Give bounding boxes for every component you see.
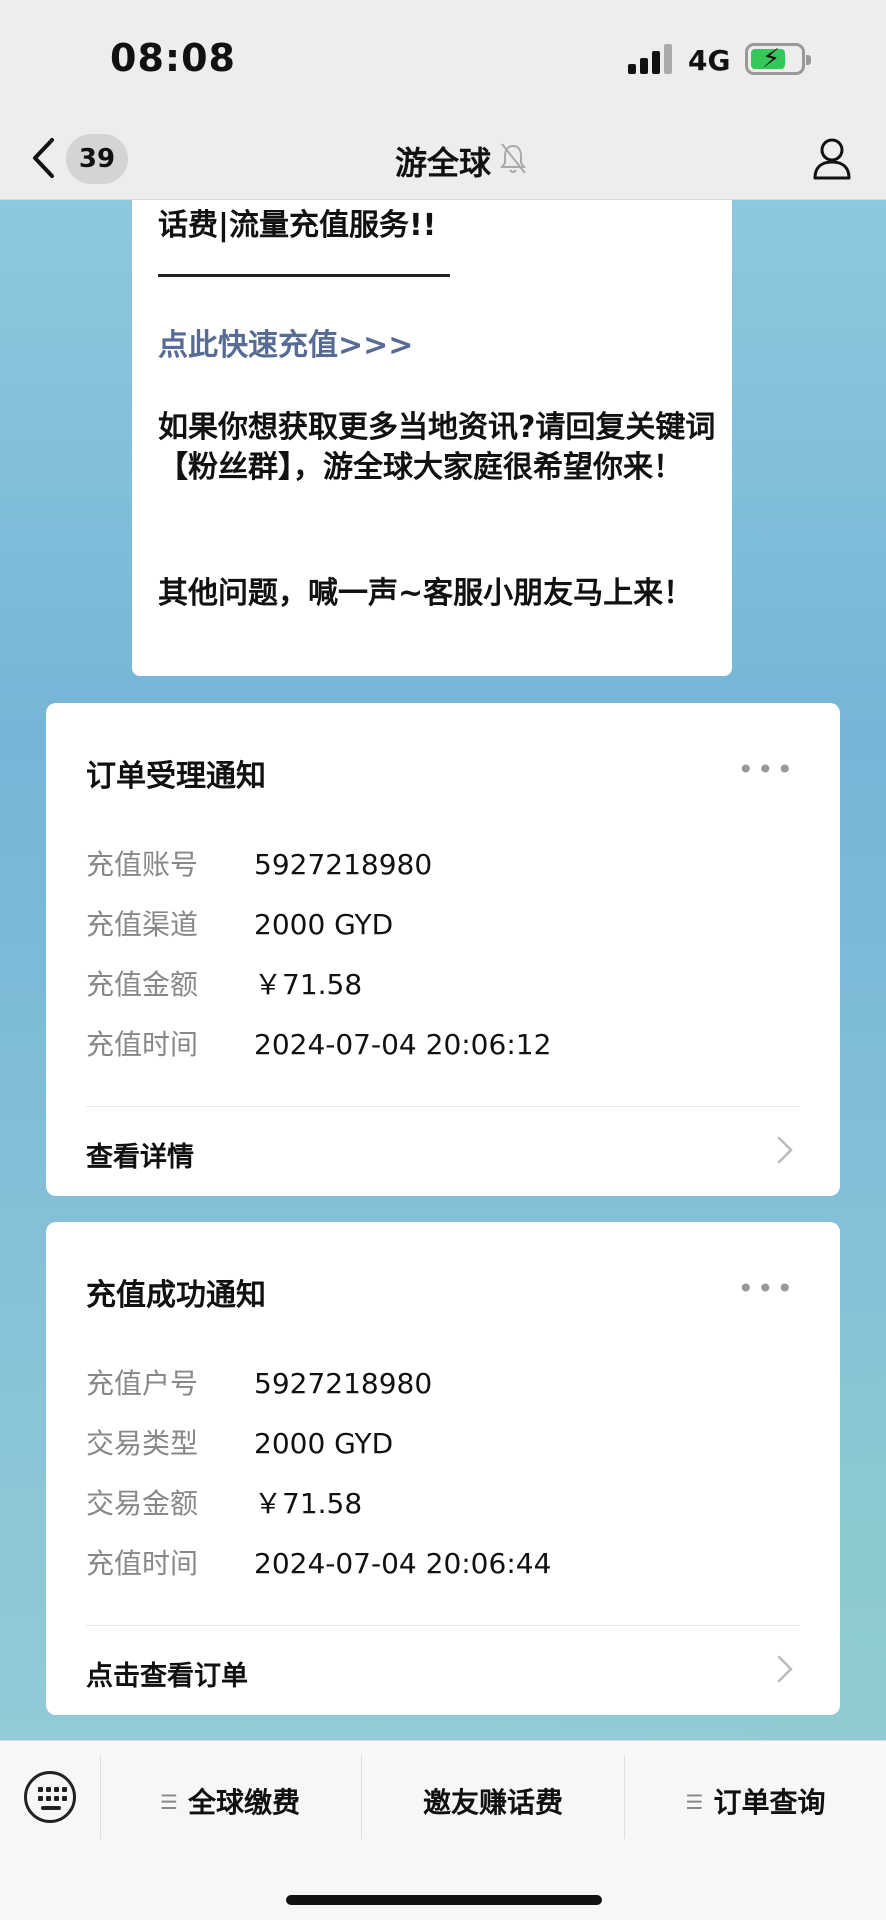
submenu-icon: ☰ <box>685 1790 704 1814</box>
info-row: 充值时间 2024-07-04 20:06:44 <box>86 1542 551 1582</box>
message-line-1: 话费|流量充值服务!! <box>158 208 437 243</box>
muted-bell-icon <box>498 138 528 178</box>
menu-label: 邀友赚话费 <box>422 1786 563 1819</box>
info-row: 充值户号 5927218980 <box>86 1362 432 1402</box>
menu-item-order-query[interactable]: ☰ 订单查询 <box>625 1781 886 1821</box>
status-bar: 08:08 4G ⚡ <box>0 0 886 120</box>
message-paragraph-2: 如果你想获取更多当地资讯?请回复关键词【粉丝群】，游全球大家庭很希望你来！ <box>158 410 716 485</box>
card-title: 充值成功通知 <box>86 1278 266 1313</box>
row-label: 交易金额 <box>86 1487 199 1520</box>
row-value: 5927218980 <box>254 848 433 881</box>
quick-recharge-link[interactable]: 点此快速充值>>> <box>158 326 413 366</box>
row-value: 2000 GYD <box>254 908 394 941</box>
menu-item-invite-friends[interactable]: 邀友赚话费 <box>362 1781 624 1821</box>
row-value: 2000 GYD <box>254 1427 394 1460</box>
info-row: 充值时间 2024-07-04 20:06:12 <box>86 1023 551 1063</box>
row-label: 交易类型 <box>86 1427 199 1460</box>
row-label: 充值金额 <box>86 968 199 1001</box>
row-value: ￥71.58 <box>254 1487 363 1520</box>
chat-title: 游全球 <box>394 144 491 182</box>
message-divider <box>158 274 450 277</box>
row-value: 2024-07-04 20:06:12 <box>254 1028 552 1061</box>
battery-icon: ⚡ <box>745 43 811 75</box>
row-label: 充值时间 <box>86 1547 199 1580</box>
status-time: 08:08 <box>110 36 236 80</box>
row-value: ￥71.58 <box>254 968 363 1001</box>
row-value: 2024-07-04 20:06:44 <box>254 1547 552 1580</box>
info-row: 充值渠道 2000 GYD <box>86 903 393 943</box>
row-label: 充值账号 <box>86 848 199 881</box>
row-label: 充值时间 <box>86 1028 199 1061</box>
menu-label: 全球缴费 <box>187 1786 300 1819</box>
more-icon[interactable]: ••• <box>737 1272 796 1305</box>
menu-item-global-payment[interactable]: ☰ 全球缴费 <box>100 1781 360 1821</box>
more-icon[interactable]: ••• <box>737 753 796 786</box>
info-row: 充值金额 ￥71.58 <box>86 963 362 1003</box>
message-paragraph-3: 其他问题，喊一声~客服小朋友马上来！ <box>158 576 694 611</box>
message-bubble: 话费|流量充值服务!! 点此快速充值>>> 如果你想获取更多当地资讯?请回复关键… <box>132 200 732 676</box>
info-row: 交易金额 ￥71.58 <box>86 1482 362 1522</box>
card-title: 订单受理通知 <box>86 759 266 794</box>
submenu-icon: ☰ <box>160 1790 178 1814</box>
chevron-right-icon <box>776 1654 794 1684</box>
bottom-menu-bar: ☰ 全球缴费 邀友赚话费 ☰ 订单查询 <box>0 1740 886 1920</box>
network-type: 4G <box>688 44 731 77</box>
view-order-link[interactable]: 点击查看订单 <box>86 1625 800 1715</box>
nav-bar: 39 游全球 <box>0 120 886 200</box>
recharge-success-card[interactable]: 充值成功通知 ••• 充值户号 5927218980 交易类型 2000 GYD 交… <box>46 1222 840 1715</box>
footer-label: 查看详情 <box>86 1142 194 1173</box>
info-row: 交易类型 2000 GYD <box>86 1422 393 1462</box>
signal-icon <box>628 44 672 74</box>
row-value: 5927218980 <box>254 1367 433 1400</box>
row-label: 充值渠道 <box>86 908 199 941</box>
menu-label: 订单查询 <box>713 1786 826 1819</box>
home-indicator[interactable] <box>286 1895 602 1905</box>
view-details-link[interactable]: 查看详情 <box>86 1106 800 1196</box>
info-row: 充值账号 5927218980 <box>86 843 432 883</box>
row-label: 充值户号 <box>86 1367 199 1400</box>
profile-icon[interactable] <box>812 134 852 184</box>
chevron-right-icon <box>776 1135 794 1165</box>
footer-label: 点击查看订单 <box>86 1661 248 1692</box>
keyboard-icon[interactable] <box>24 1771 76 1823</box>
order-notice-card[interactable]: 订单受理通知 ••• 充值账号 5927218980 充值渠道 2000 GYD 充… <box>46 703 840 1196</box>
